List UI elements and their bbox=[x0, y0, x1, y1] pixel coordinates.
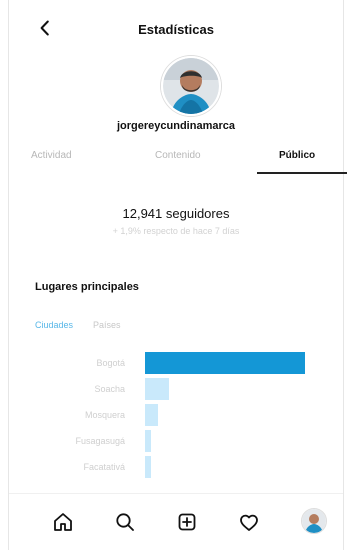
filter-cities[interactable]: Ciudades bbox=[35, 320, 73, 330]
insights-tabs: Actividad Contenido Público bbox=[25, 150, 347, 174]
nav-search[interactable] bbox=[111, 508, 139, 536]
bottom-nav bbox=[9, 493, 343, 550]
bar bbox=[145, 456, 151, 478]
nav-activity[interactable] bbox=[235, 508, 263, 536]
search-icon bbox=[116, 513, 134, 531]
plus-square-icon bbox=[178, 513, 196, 531]
heart-icon bbox=[240, 514, 258, 531]
tab-audience[interactable]: Público bbox=[279, 150, 315, 161]
bar bbox=[145, 430, 151, 452]
home-icon bbox=[54, 513, 72, 531]
filter-countries[interactable]: Países bbox=[93, 320, 121, 330]
active-tab-indicator bbox=[257, 172, 347, 174]
profile-avatar bbox=[161, 56, 221, 116]
section-title-top-locations: Lugares principales bbox=[35, 281, 139, 293]
top-bar: Estadísticas bbox=[9, 16, 343, 44]
category-label: Facatativá bbox=[83, 462, 125, 472]
bar bbox=[145, 378, 169, 400]
nav-home[interactable] bbox=[49, 508, 77, 536]
bar bbox=[145, 352, 305, 374]
profile-avatar-icon bbox=[302, 509, 326, 533]
bar bbox=[145, 404, 158, 426]
profile-username: jorgereycundinamarca bbox=[117, 120, 235, 132]
tab-content[interactable]: Contenido bbox=[155, 150, 201, 161]
followers-change: + 1,9% respecto de hace 7 días bbox=[112, 226, 240, 236]
top-locations-chart: Bogotá Soacha Mosquera Fusagasugá Facatativá bbox=[35, 352, 325, 497]
category-label: Bogotá bbox=[96, 358, 125, 368]
nav-create[interactable] bbox=[173, 508, 201, 536]
category-label: Fusagasugá bbox=[75, 436, 125, 446]
insights-screen: Estadísticas jorgereycundinamarca Activi… bbox=[8, 0, 347, 550]
followers-count: 12,941 seguidores bbox=[122, 206, 230, 221]
profile-photo bbox=[163, 58, 219, 114]
category-label: Mosquera bbox=[84, 410, 125, 420]
category-label: Soacha bbox=[94, 384, 125, 394]
nav-profile[interactable] bbox=[301, 508, 327, 534]
page-title: Estadísticas bbox=[138, 22, 214, 37]
tab-activity[interactable]: Actividad bbox=[31, 150, 72, 161]
